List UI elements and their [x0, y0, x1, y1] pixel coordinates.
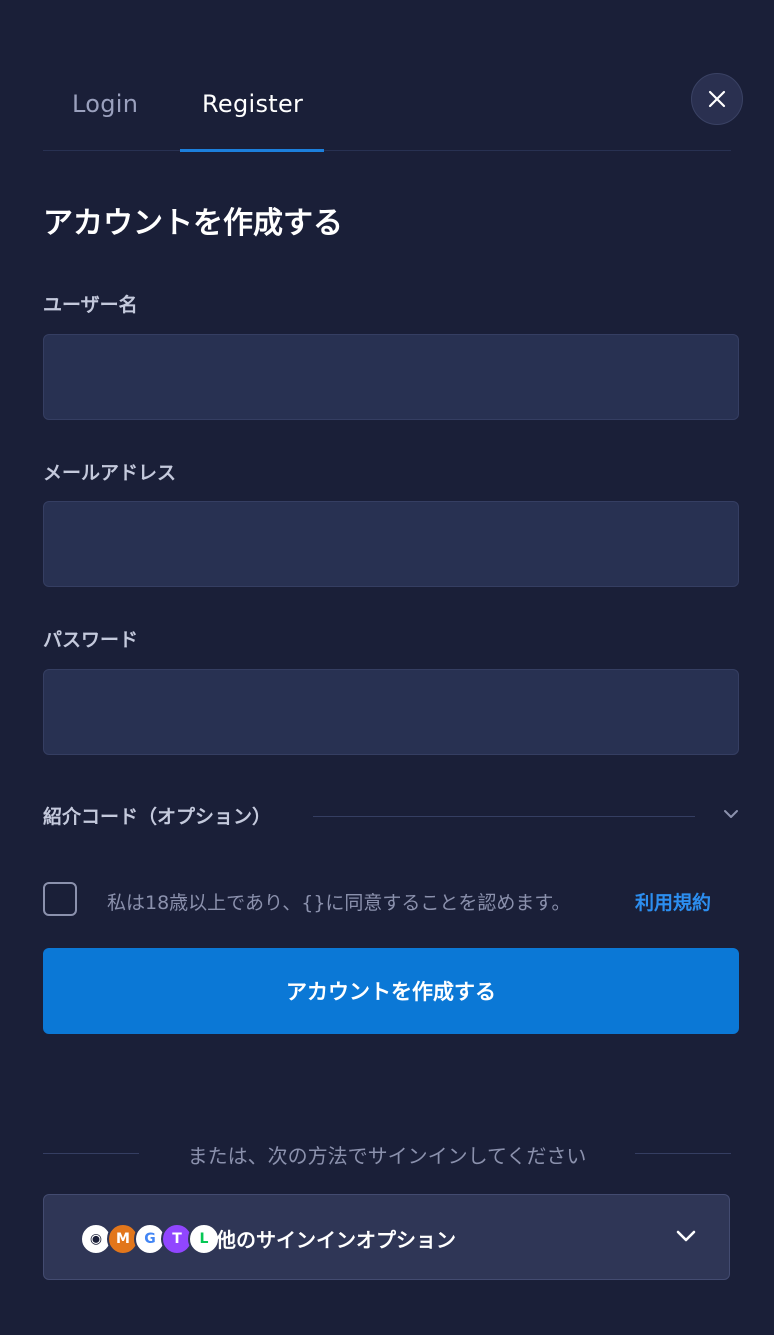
active-tab-indicator — [180, 149, 324, 152]
auth-tabs: Login Register — [43, 70, 731, 152]
tab-login[interactable]: Login — [72, 90, 138, 118]
age-consent-checkbox[interactable] — [43, 882, 77, 916]
page-title: アカウントを作成する — [43, 206, 343, 241]
password-label: パスワード — [43, 629, 139, 651]
referral-code-toggle[interactable]: 紹介コード（オプション） — [43, 800, 739, 832]
close-button[interactable] — [691, 73, 743, 125]
provider-icons: ◉ M G T L — [80, 1223, 220, 1255]
password-input[interactable] — [43, 669, 739, 755]
username-label: ユーザー名 — [43, 294, 138, 316]
chevron-down-icon — [676, 1230, 696, 1242]
email-input[interactable] — [43, 501, 739, 587]
divider-right — [635, 1153, 731, 1154]
chevron-down-icon — [724, 810, 738, 818]
consent-text: 私は18歳以上であり、{}に同意することを認めます。 — [107, 892, 571, 914]
referral-code-label: 紹介コード（オプション） — [43, 806, 272, 828]
alt-signin-divider-text: または、次の方法でサインインしてください — [187, 1144, 587, 1168]
other-signin-options-label: 他のサインインオプション — [216, 1228, 456, 1252]
terms-link[interactable]: 利用規約 — [635, 888, 711, 915]
username-input[interactable] — [43, 334, 739, 420]
other-signin-options-button[interactable]: ◉ M G T L 他のサインインオプション — [43, 1194, 730, 1280]
tab-register[interactable]: Register — [202, 90, 303, 118]
email-label: メールアドレス — [43, 462, 177, 484]
create-account-button[interactable]: アカウントを作成する — [43, 948, 739, 1034]
referral-divider — [313, 816, 695, 817]
close-icon — [708, 90, 726, 108]
